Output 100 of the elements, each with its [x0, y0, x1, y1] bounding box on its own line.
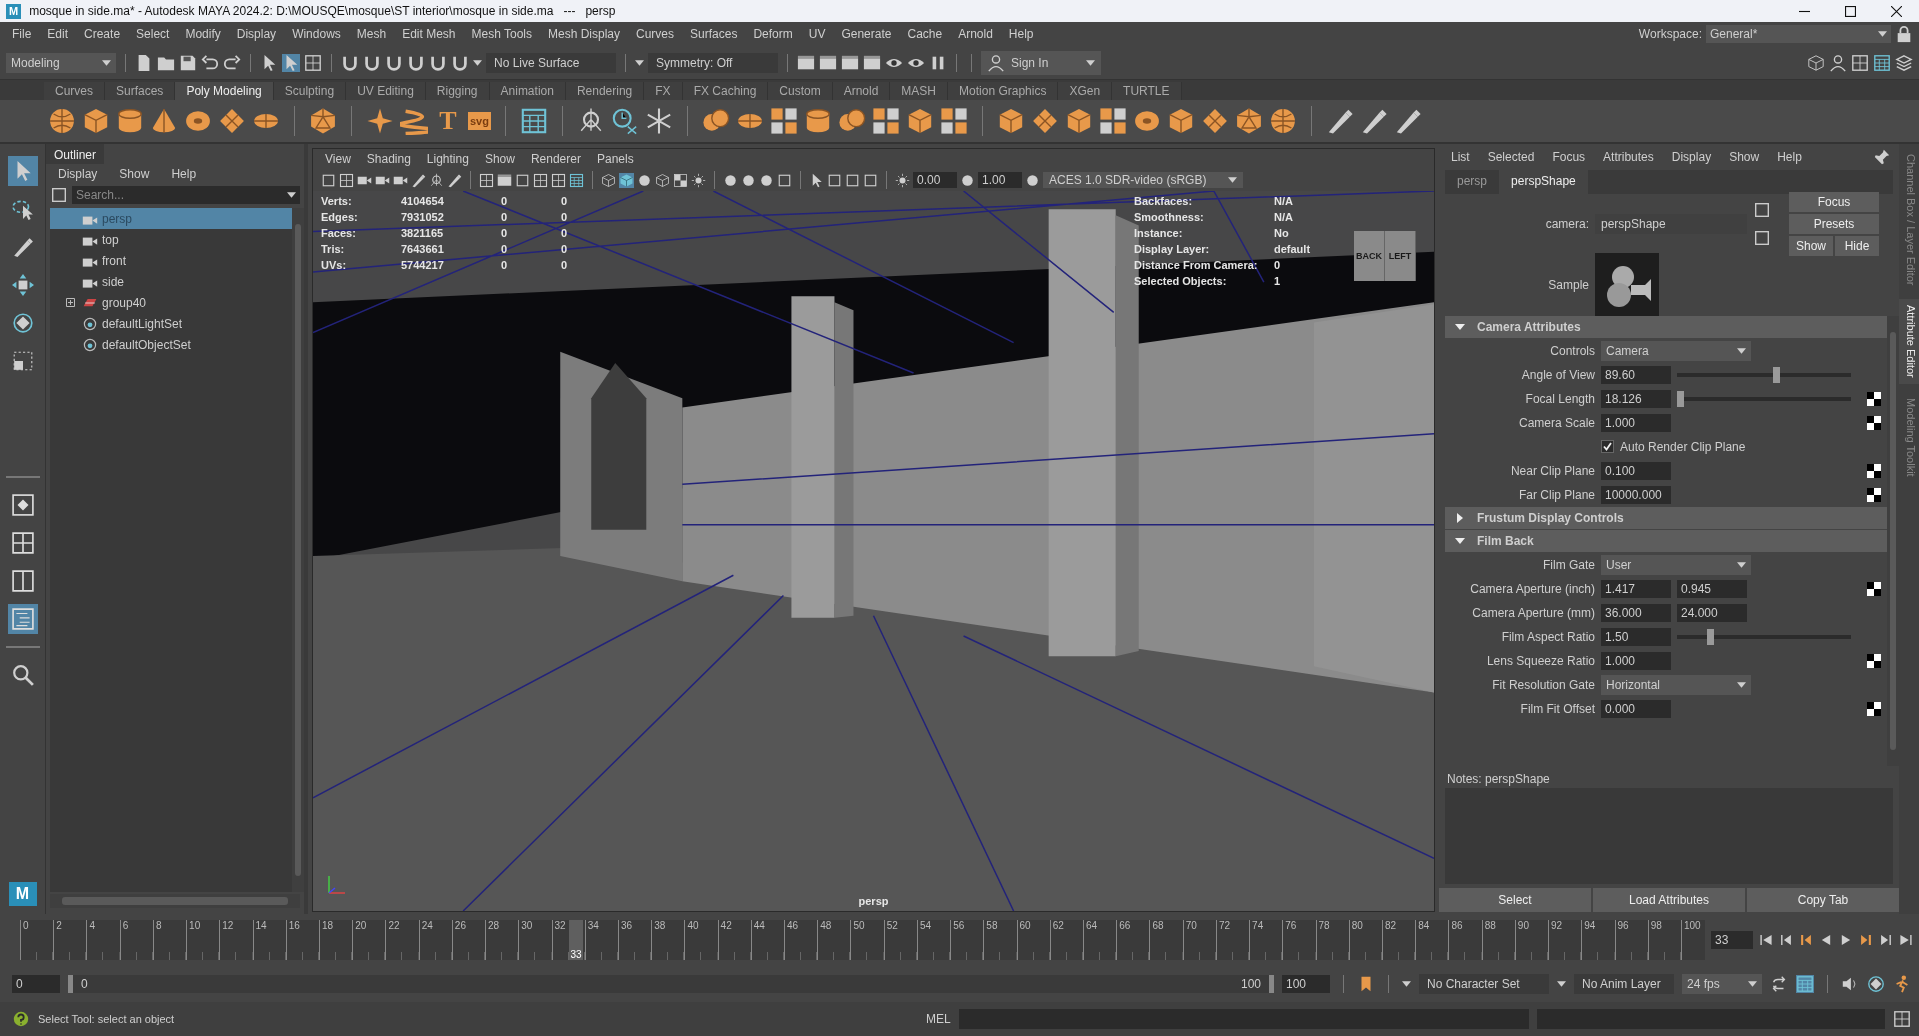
lock-icon[interactable]: [1895, 25, 1913, 43]
loop-icon[interactable]: [1770, 975, 1788, 993]
scrollbar[interactable]: [1887, 316, 1899, 766]
slider-thumb[interactable]: [1706, 628, 1714, 645]
diamond-icon[interactable]: [218, 107, 246, 135]
sphere-icon[interactable]: [48, 107, 76, 135]
key-fwd-icon[interactable]: [1859, 933, 1873, 947]
step-fwd-icon[interactable]: [1879, 933, 1893, 947]
menu-item[interactable]: Help: [1769, 150, 1810, 164]
square-icon[interactable]: [321, 172, 336, 188]
checker-icon[interactable]: [1867, 581, 1881, 596]
wireframe-cube-icon[interactable]: [601, 172, 616, 188]
scrollbar[interactable]: [50, 894, 300, 908]
polyhedron-icon[interactable]: [1234, 107, 1263, 135]
menu-item[interactable]: Show: [1721, 150, 1768, 164]
outliner-item[interactable]: defaultObjectSet: [50, 334, 292, 355]
shelf-tab[interactable]: Rendering: [565, 82, 645, 100]
film-icon[interactable]: [497, 172, 512, 188]
table-icon[interactable]: [1873, 53, 1891, 72]
brush-icon[interactable]: [411, 172, 426, 188]
scrollbar[interactable]: [292, 208, 304, 892]
square-icon[interactable]: [1753, 229, 1771, 247]
star-icon[interactable]: [366, 107, 394, 135]
shelf-tab[interactable]: Surfaces: [105, 82, 176, 100]
menu-item[interactable]: Curves: [628, 27, 683, 41]
menu-item[interactable]: Help: [1000, 27, 1042, 41]
film-icon[interactable]: [841, 53, 859, 72]
menu-item[interactable]: Select: [128, 27, 178, 41]
square-icon[interactable]: [515, 172, 530, 188]
squares-icon[interactable]: [769, 107, 798, 135]
dropdown[interactable]: Camera: [1601, 340, 1751, 361]
menu-item[interactable]: Display: [1663, 150, 1720, 164]
playhead[interactable]: 33: [569, 920, 584, 960]
menu-item[interactable]: Renderer: [522, 152, 589, 166]
exposure-field[interactable]: 0.00: [913, 172, 957, 188]
menu-item[interactable]: Display: [228, 27, 285, 41]
circle-icon[interactable]: [637, 172, 652, 188]
circle-icon[interactable]: [759, 172, 774, 188]
grid-icon[interactable]: [304, 53, 322, 72]
menu-item[interactable]: Windows: [284, 27, 349, 41]
current-frame-field[interactable]: 33: [1711, 931, 1753, 949]
node-name-field[interactable]: perspShape: [1595, 214, 1747, 234]
cursor-icon[interactable]: [7, 156, 38, 186]
menu-item[interactable]: Focus: [1544, 150, 1594, 164]
shelf-tab[interactable]: XGen: [1058, 82, 1113, 100]
menu-item[interactable]: File: [4, 27, 40, 41]
menu-item[interactable]: Show: [111, 167, 158, 181]
command-language-label[interactable]: MEL: [926, 1012, 951, 1026]
shelf-tab[interactable]: TURTLE: [1112, 82, 1182, 100]
cone-icon[interactable]: [150, 107, 178, 135]
stopwatch-icon[interactable]: [610, 107, 639, 135]
value-field[interactable]: 36.000: [1601, 603, 1671, 622]
grid-icon[interactable]: [1851, 53, 1869, 72]
squares-icon[interactable]: [1098, 107, 1127, 135]
shelf-tool[interactable]: T: [434, 107, 462, 135]
shelf-tool[interactable]: svg: [468, 112, 491, 130]
square-icon[interactable]: [50, 186, 68, 204]
squares-icon[interactable]: [939, 107, 968, 135]
close-icon[interactable]: [1890, 5, 1902, 17]
panel-tab[interactable]: Outliner: [46, 144, 105, 164]
running-figure-icon[interactable]: [1893, 975, 1911, 993]
rotate-icon[interactable]: [1867, 975, 1885, 993]
layout-icon[interactable]: [7, 604, 38, 634]
menu-item[interactable]: Attributes: [1595, 150, 1662, 164]
menu-item[interactable]: Shading: [358, 152, 419, 166]
menu-item[interactable]: Surfaces: [682, 27, 746, 41]
circle-icon[interactable]: [741, 172, 756, 188]
undo-icon[interactable]: [201, 53, 219, 72]
table-icon[interactable]: [569, 172, 584, 188]
sign-in-button[interactable]: Sign In: [981, 50, 1101, 75]
panel-button[interactable]: Select: [1439, 888, 1591, 912]
character-set-dropdown[interactable]: No Character Set: [1419, 974, 1549, 994]
grid-icon[interactable]: [1893, 1010, 1911, 1028]
square-icon[interactable]: [845, 172, 860, 188]
shelf-tab[interactable]: FX Caching: [682, 82, 769, 100]
menu-item[interactable]: Display: [50, 167, 106, 181]
menu-item[interactable]: Mesh Tools: [463, 27, 540, 41]
section-header[interactable]: Film Back: [1445, 530, 1887, 552]
person-icon[interactable]: [987, 53, 1005, 72]
outliner-item[interactable]: group40: [50, 292, 292, 313]
anim-layer-dropdown[interactable]: No Anim Layer: [1574, 974, 1674, 994]
menu-item[interactable]: List: [1443, 150, 1478, 164]
skip-end-icon[interactable]: [1899, 933, 1913, 947]
outliner-item[interactable]: side: [50, 271, 292, 292]
workspace-dropdown[interactable]: General*: [1706, 25, 1891, 43]
value-field[interactable]: 0.945: [1677, 579, 1747, 598]
sphere-icon[interactable]: [1268, 107, 1297, 135]
menu-item[interactable]: Help: [163, 167, 205, 181]
value-field[interactable]: 1.50: [1601, 627, 1671, 646]
side-tab[interactable]: Attribute Editor: [1899, 299, 1919, 385]
layers-icon[interactable]: [1895, 53, 1913, 72]
circle-icon[interactable]: [723, 172, 738, 188]
view-cube[interactable]: BACK LEFT: [1354, 231, 1416, 281]
shelf-tab[interactable]: Rigging: [425, 82, 490, 100]
outliner-item[interactable]: front: [50, 250, 292, 271]
key-back-icon[interactable]: [1799, 933, 1813, 947]
square-icon[interactable]: [827, 172, 842, 188]
cylinder-icon[interactable]: [803, 107, 832, 135]
checker-icon[interactable]: [673, 172, 688, 188]
menu-item[interactable]: Mesh Display: [540, 27, 629, 41]
